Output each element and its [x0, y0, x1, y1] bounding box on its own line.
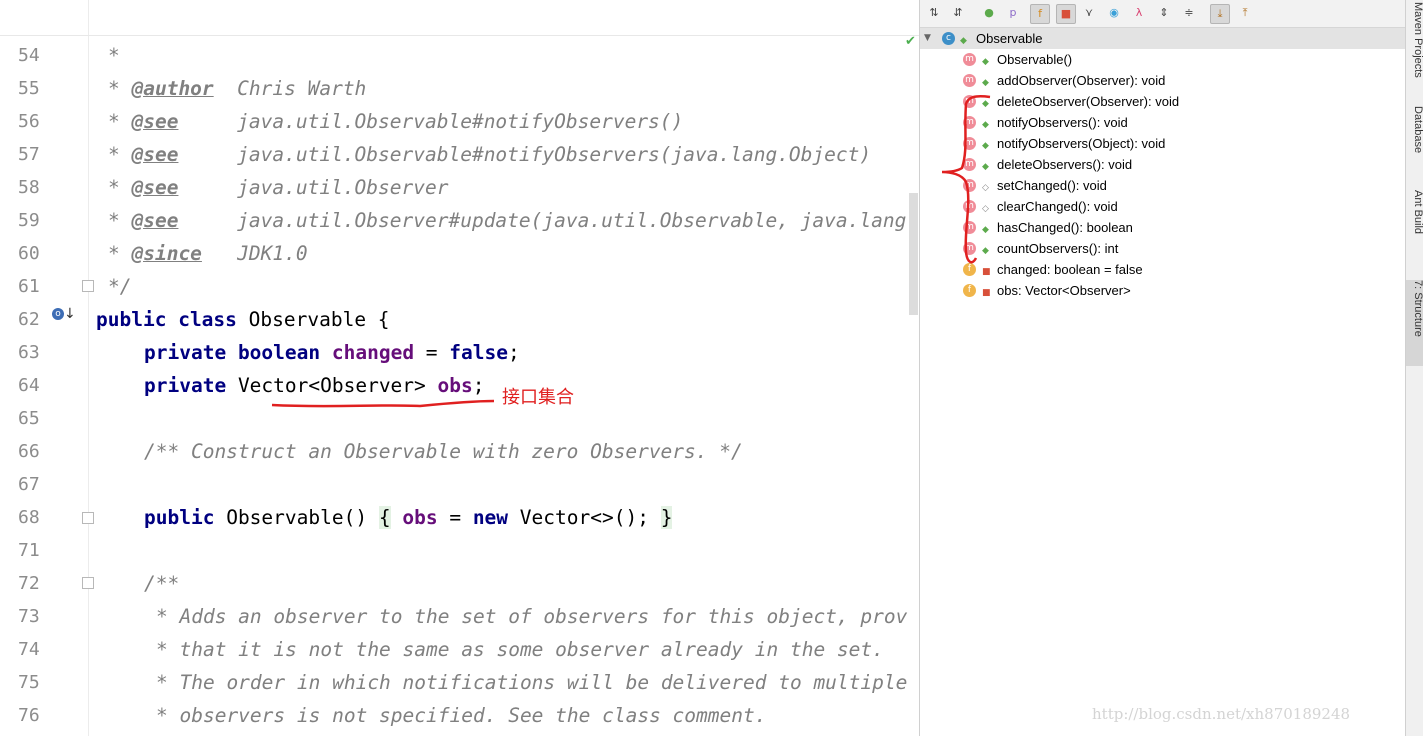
tool-window-strip: Maven Projects Database Ant Build 7: Str…	[1405, 0, 1423, 736]
structure-panel[interactable]: ⇅ ⇵ ● p f ■ ⋎ ◉ λ ⇕ ≑ ⤓ ⤒ ▼ c ◆ Observab…	[920, 0, 1405, 736]
structure-tab[interactable]: 7: Structure	[1406, 280, 1423, 366]
red-underline-annotation	[271, 399, 495, 408]
ant-build-tab[interactable]: Ant Build	[1406, 190, 1423, 260]
watermark-text: http://blog.csdn.net/xh870189248	[1092, 705, 1351, 723]
maven-projects-tab[interactable]: Maven Projects	[1406, 2, 1423, 86]
database-tab[interactable]: Database	[1406, 106, 1423, 176]
code-editor[interactable]: 54 55 56 57 58 59 60 61 62 63 64 65 66 6…	[0, 0, 920, 736]
red-brace-annotation	[941, 95, 991, 264]
annotation-label: 接口集合	[502, 387, 574, 408]
